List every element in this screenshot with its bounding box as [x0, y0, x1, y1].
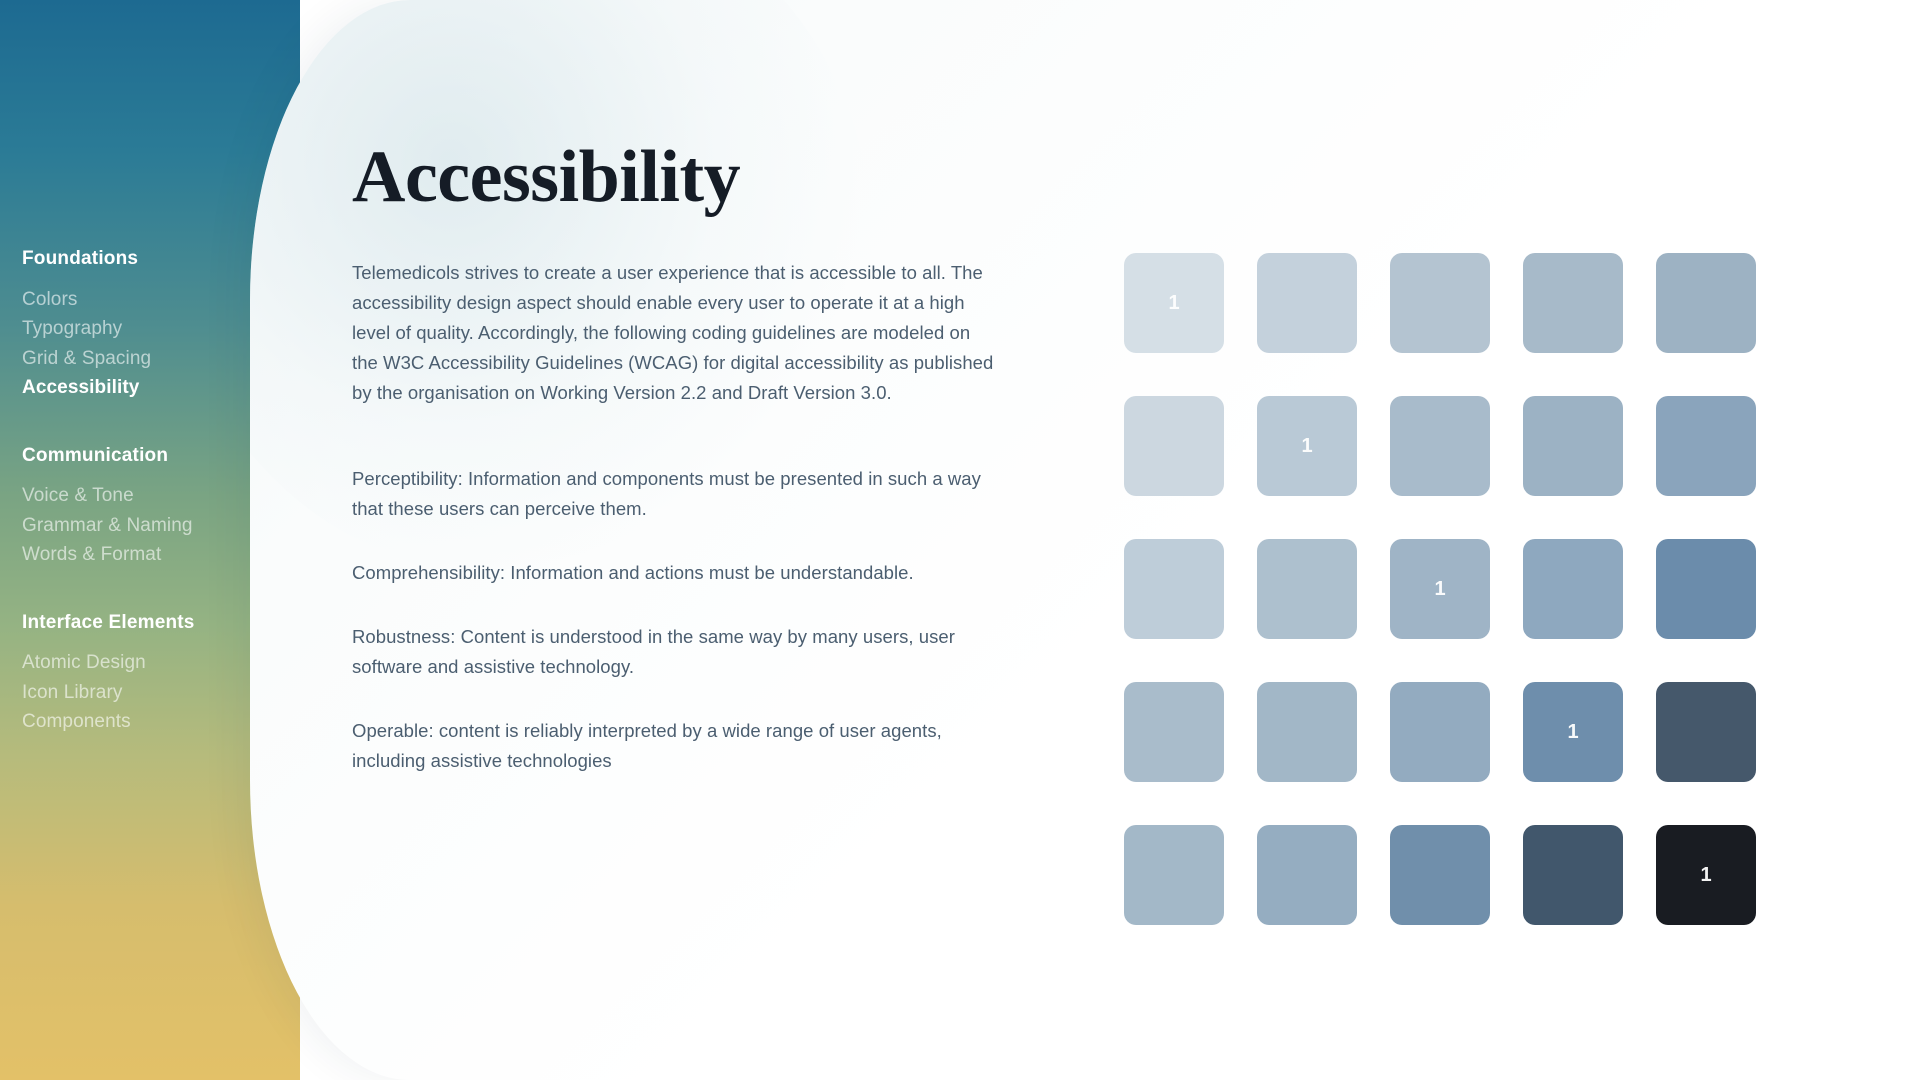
color-swatch[interactable]: 1	[1656, 825, 1756, 925]
sidebar-item-grammar-naming[interactable]: Grammar & Naming	[22, 511, 300, 540]
color-swatch[interactable]	[1656, 253, 1756, 353]
color-swatch[interactable]	[1257, 825, 1357, 925]
sidebar-item-accessibility[interactable]: Accessibility	[22, 373, 300, 402]
color-swatch[interactable]	[1656, 396, 1756, 496]
intro-paragraph: Telemedicols strives to create a user ex…	[352, 262, 994, 403]
principle-paragraph: Comprehensibility: Information and actio…	[352, 561, 914, 583]
sidebar-nav: Foundations Colors Typography Grid & Spacin…	[0, 0, 300, 1080]
color-swatch[interactable]	[1390, 825, 1490, 925]
color-swatch[interactable]	[1124, 396, 1224, 496]
color-swatch[interactable]: 1	[1390, 539, 1490, 639]
sidebar-group-title: Interface Elements	[22, 611, 195, 633]
principles-list: Perceptibility: Information and componen…	[352, 464, 1002, 776]
sidebar-group: Foundations Colors Typography Grid & Spacin…	[22, 248, 300, 403]
color-swatch[interactable]	[1656, 539, 1756, 639]
color-swatch[interactable]	[1523, 253, 1623, 353]
sidebar-item-words-format[interactable]: Words & Format	[22, 540, 300, 569]
color-swatch[interactable]	[1523, 539, 1623, 639]
sidebar-item-components[interactable]: Components	[22, 707, 300, 736]
swatch-label: 1	[1700, 864, 1712, 886]
color-swatch[interactable]	[1390, 253, 1490, 353]
color-swatch[interactable]	[1257, 539, 1357, 639]
color-contrast-swatch-grid: 1 1 1 1 1	[1124, 253, 1756, 925]
color-swatch[interactable]	[1257, 253, 1357, 353]
sidebar-group: Communication Voice & Tone Grammar & Namin…	[22, 445, 300, 570]
swatch-label: 1	[1567, 721, 1579, 743]
color-swatch[interactable]	[1257, 682, 1357, 782]
color-swatch[interactable]	[1124, 682, 1224, 782]
swatch-label: 1	[1301, 435, 1313, 457]
sidebar-group-title: Foundations	[22, 248, 139, 269]
principle-paragraph: Robustness: Content is understood in the…	[352, 625, 955, 677]
sidebar-item-voice-tone[interactable]: Voice & Tone	[22, 481, 300, 510]
sidebar-item-icon-library[interactable]: Icon Library	[22, 678, 300, 707]
sidebar-group-title: Communication	[22, 444, 169, 466]
article: Accessibility Telemedicols strives to cr…	[352, 140, 1002, 776]
color-swatch[interactable]	[1656, 682, 1756, 782]
sidebar-item-atomic-design[interactable]: Atomic Design	[22, 648, 300, 677]
sidebar-group: Interface Elements Atomic Design Icon Libr…	[22, 612, 300, 737]
principle-paragraph: Perceptibility: Information and componen…	[352, 467, 981, 519]
sidebar-item-typography[interactable]: Typography	[22, 314, 300, 343]
swatch-label: 1	[1168, 292, 1180, 314]
color-swatch[interactable]	[1390, 682, 1490, 782]
sidebar-item-grid-spacing[interactable]: Grid & Spacing	[22, 344, 300, 373]
color-swatch[interactable]	[1523, 396, 1623, 496]
principle-paragraph: Operable: content is reliably interprete…	[352, 719, 942, 771]
sidebar-item-colors[interactable]: Colors	[22, 285, 300, 314]
color-swatch[interactable]	[1523, 825, 1623, 925]
color-swatch[interactable]: 1	[1523, 682, 1623, 782]
color-swatch[interactable]	[1124, 539, 1224, 639]
color-swatch[interactable]	[1390, 396, 1490, 496]
color-swatch[interactable]	[1124, 825, 1224, 925]
page-title: Accessibility	[352, 136, 741, 218]
color-swatch[interactable]: 1	[1124, 253, 1224, 353]
color-swatch[interactable]: 1	[1257, 396, 1357, 496]
swatch-label: 1	[1434, 578, 1446, 600]
